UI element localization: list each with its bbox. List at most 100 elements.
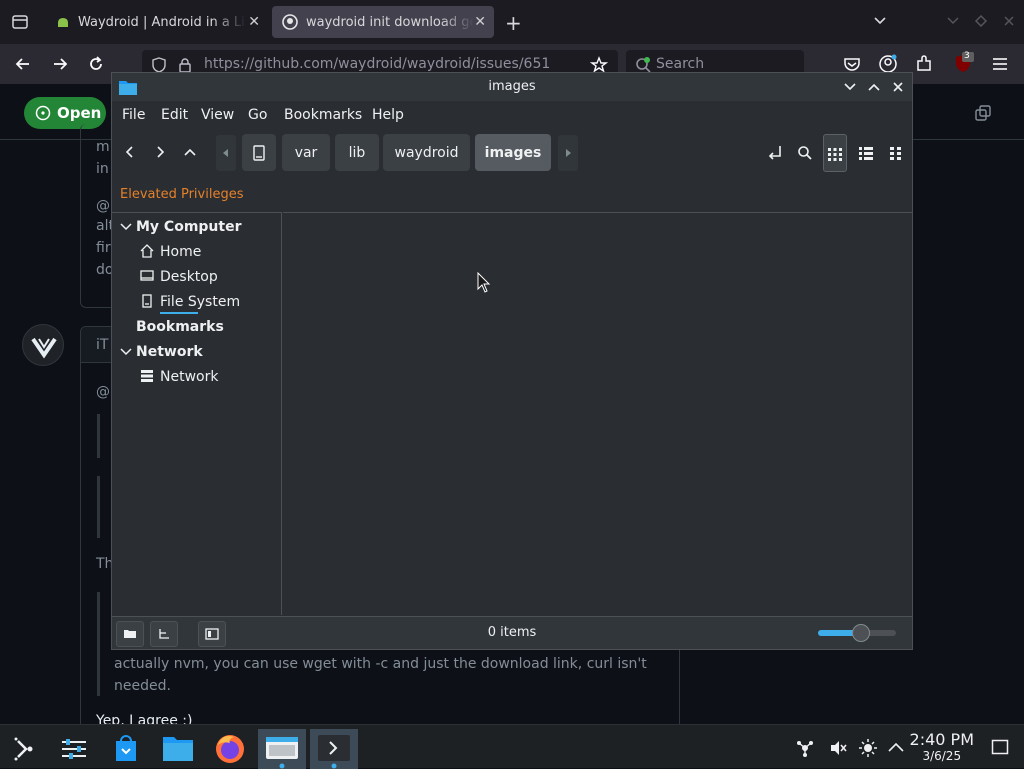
tab-list-icon[interactable] [10, 12, 30, 32]
active-window-file-manager-icon[interactable] [258, 729, 306, 769]
breadcrumb-images[interactable]: images [475, 134, 551, 171]
comment-fragment: fir [96, 240, 111, 256]
mouse-cursor-icon [477, 272, 491, 294]
zoom-slider[interactable] [818, 624, 896, 642]
system-settings-icon[interactable] [52, 729, 96, 769]
menu-go[interactable]: Go [248, 107, 267, 123]
minimize-window-icon[interactable] [946, 14, 960, 28]
breadcrumb-scroll-right[interactable] [558, 135, 578, 171]
network-status-icon[interactable] [795, 738, 815, 758]
drive-icon [140, 294, 154, 308]
place-desktop[interactable]: Desktop [160, 269, 218, 285]
open-status-label: Open [57, 104, 102, 122]
shield-icon[interactable] [151, 57, 167, 73]
window-titlebar[interactable]: images [112, 73, 912, 101]
details-view-icon[interactable] [858, 145, 874, 161]
breadcrumb-scroll-left[interactable] [216, 135, 236, 171]
drive-icon [253, 144, 265, 161]
quoted-comment-line: actually nvm, you can use wget with -c a… [114, 656, 647, 672]
new-tab-icon[interactable]: + [505, 11, 522, 35]
triangle-right-icon [566, 149, 571, 157]
reload-icon[interactable] [87, 55, 105, 73]
open-terminal-icon[interactable] [766, 144, 784, 162]
breadcrumb-lib[interactable]: lib [335, 134, 379, 171]
lock-icon[interactable] [177, 57, 193, 73]
places-panel: My Computer Home Desktop File System Boo… [112, 212, 282, 615]
active-place-indicator [160, 312, 198, 314]
menu-edit[interactable]: Edit [161, 107, 188, 123]
reply-text: Yep, I agree :) [96, 713, 193, 724]
place-home[interactable]: Home [160, 244, 201, 260]
breadcrumb-var[interactable]: var [282, 134, 330, 171]
section-network[interactable]: Network [136, 344, 203, 360]
maximize-window-icon[interactable] [867, 80, 881, 94]
copy-icon[interactable] [975, 105, 991, 121]
app-launcher-icon[interactable] [4, 729, 48, 769]
pocket-icon[interactable] [843, 55, 861, 73]
item-count: 0 items [487, 625, 537, 640]
search-placeholder: Search [656, 56, 705, 72]
quote-border [97, 414, 100, 458]
chevron-down-icon[interactable] [120, 346, 132, 358]
brightness-icon[interactable] [858, 738, 878, 758]
active-window-terminal-icon[interactable] [310, 729, 358, 769]
tray-expand-icon[interactable] [887, 739, 905, 755]
minimize-window-icon[interactable] [843, 80, 857, 94]
back-icon[interactable] [14, 55, 32, 73]
section-my-computer[interactable]: My Computer [136, 219, 242, 235]
section-bookmarks[interactable]: Bookmarks [136, 319, 224, 335]
menu-file[interactable]: File [122, 107, 145, 123]
tab-title: waydroid init download ge [306, 14, 474, 30]
ublock-icon[interactable]: 3 [952, 51, 974, 74]
place-network[interactable]: Network [160, 369, 218, 385]
menu-bookmarks[interactable]: Bookmarks [284, 107, 362, 123]
github-favicon-icon [282, 14, 298, 30]
clock[interactable]: 2:40 PM 3/6/25 [909, 730, 974, 764]
file-manager-icon[interactable] [156, 729, 200, 769]
menu-help[interactable]: Help [372, 107, 404, 123]
quote-border [97, 592, 100, 696]
comment-fragment: @ [96, 198, 110, 214]
tab-waydroid[interactable]: Waydroid | Android in a Li ✕ [46, 6, 268, 38]
tab-github-issue[interactable]: waydroid init download ge ✕ [272, 6, 494, 38]
tab-overflow-chevron-icon[interactable] [872, 12, 888, 28]
volume-muted-icon[interactable] [828, 738, 848, 758]
triangle-left-icon [223, 149, 228, 157]
close-window-icon[interactable] [891, 80, 905, 94]
show-desktop-icon[interactable] [991, 739, 1009, 755]
home-icon [140, 244, 154, 258]
zoom-slider-handle[interactable] [851, 624, 870, 642]
chevron-down-icon[interactable] [120, 221, 132, 233]
close-tab-icon[interactable]: ✕ [248, 14, 260, 30]
parent-folder-icon[interactable] [183, 145, 197, 159]
back-icon[interactable] [123, 145, 137, 159]
comment-fragment: m [96, 139, 110, 155]
breadcrumb-waydroid[interactable]: waydroid [383, 134, 470, 171]
android-favicon-icon [56, 15, 70, 29]
restore-window-icon[interactable] [974, 14, 988, 28]
account-icon[interactable] [878, 54, 898, 74]
discover-store-icon[interactable] [104, 729, 148, 769]
search-icon[interactable] [797, 145, 813, 161]
file-manager-window: images File Edit View Go Bookmarks Help [111, 72, 913, 650]
forward-icon[interactable] [153, 145, 167, 159]
network-icon [140, 369, 154, 383]
clock-time: 2:40 PM [909, 730, 974, 749]
close-window-icon[interactable] [1002, 14, 1016, 28]
menu-view[interactable]: View [201, 107, 234, 123]
icons-view-button[interactable] [823, 134, 847, 172]
forward-icon[interactable] [51, 55, 69, 73]
compact-view-icon[interactable] [888, 145, 904, 161]
firefox-icon[interactable] [208, 729, 252, 769]
extensions-icon[interactable] [915, 55, 933, 73]
url-text[interactable]: https://github.com/waydroid/waydroid/iss… [204, 56, 550, 72]
taskbar: 2:40 PM 3/6/25 [0, 724, 1024, 769]
place-file-system[interactable]: File System [160, 294, 240, 310]
file-view-area[interactable] [283, 212, 912, 615]
quoted-comment-line: needed. [114, 678, 171, 694]
avatar[interactable] [22, 324, 64, 366]
close-tab-icon[interactable]: ✕ [474, 14, 486, 30]
breadcrumb-root[interactable] [242, 134, 276, 171]
tab-title: Waydroid | Android in a Li [78, 14, 245, 30]
hamburger-menu-icon[interactable] [991, 56, 1009, 72]
